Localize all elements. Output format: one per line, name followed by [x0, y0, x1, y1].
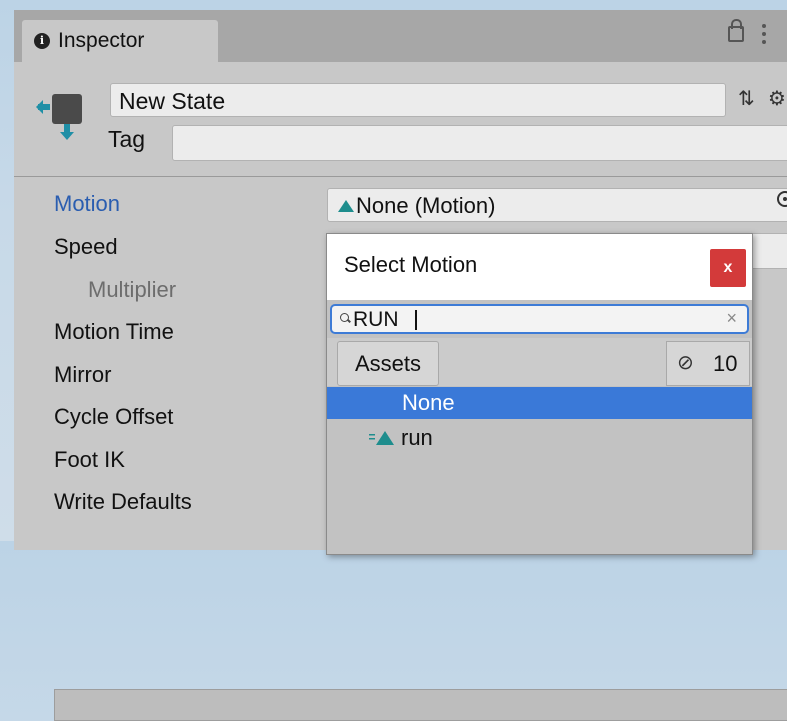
object-picker-icon[interactable] [777, 191, 787, 207]
property-foot-ik-label: Foot IK [54, 447, 125, 472]
tab-bar: i Inspector [14, 10, 787, 62]
tab-title: Inspector [58, 29, 145, 52]
search-input[interactable]: RUN × [330, 304, 749, 334]
eye-slash-icon: ⊘ [677, 352, 694, 374]
tab-inspector[interactable]: i Inspector [22, 20, 218, 62]
tag-field[interactable] [172, 125, 787, 161]
transitions-header [54, 689, 787, 721]
motion-field-value: None (Motion) [356, 193, 496, 218]
state-name-field[interactable]: New State [110, 83, 726, 117]
lock-icon[interactable] [728, 19, 744, 42]
hidden-items-toggle[interactable]: ⊘ 10 [666, 341, 750, 386]
animator-state-icon [36, 94, 82, 140]
picker-toolbar: Assets ⊘ 10 [327, 338, 752, 386]
motion-field[interactable]: None (Motion) [327, 188, 787, 222]
animation-clip-icon [369, 431, 394, 445]
close-button[interactable]: x [710, 249, 746, 287]
select-motion-dialog: Select Motion x RUN × Assets ⊘ 10 None r… [326, 233, 753, 555]
property-multiplier-label: Multiplier [88, 277, 177, 302]
list-item-label: run [401, 425, 433, 450]
hidden-count: 10 [713, 351, 738, 376]
clear-icon[interactable]: × [726, 308, 737, 329]
gear-icon[interactable]: ⚙ [768, 86, 786, 111]
dialog-header: Select Motion x [327, 234, 752, 300]
text-caret [415, 310, 417, 330]
motion-icon [338, 200, 354, 212]
search-value: RUN [353, 308, 399, 331]
property-motion-label: Motion [54, 191, 121, 216]
property-mirror-label: Mirror [54, 362, 112, 387]
property-motion-time-label: Motion Time [54, 319, 174, 344]
state-header: New State ⇅ ⚙ Tag [14, 62, 787, 177]
list-item-label: None [402, 390, 455, 415]
sliders-icon[interactable]: ⇅ [738, 86, 755, 111]
property-write-defaults-label: Write Defaults [54, 489, 192, 514]
property-speed-label: Speed [54, 234, 118, 259]
tag-label: Tag [108, 126, 146, 152]
info-icon: i [34, 33, 50, 49]
kebab-menu-icon[interactable] [762, 24, 766, 44]
dialog-title: Select Motion [344, 252, 478, 277]
list-item-run[interactable]: run [327, 422, 752, 454]
list-item-none[interactable]: None [327, 387, 752, 419]
tab-assets[interactable]: Assets [337, 341, 439, 386]
property-cycle-offset-label: Cycle Offset [54, 404, 174, 429]
search-icon [340, 313, 349, 322]
